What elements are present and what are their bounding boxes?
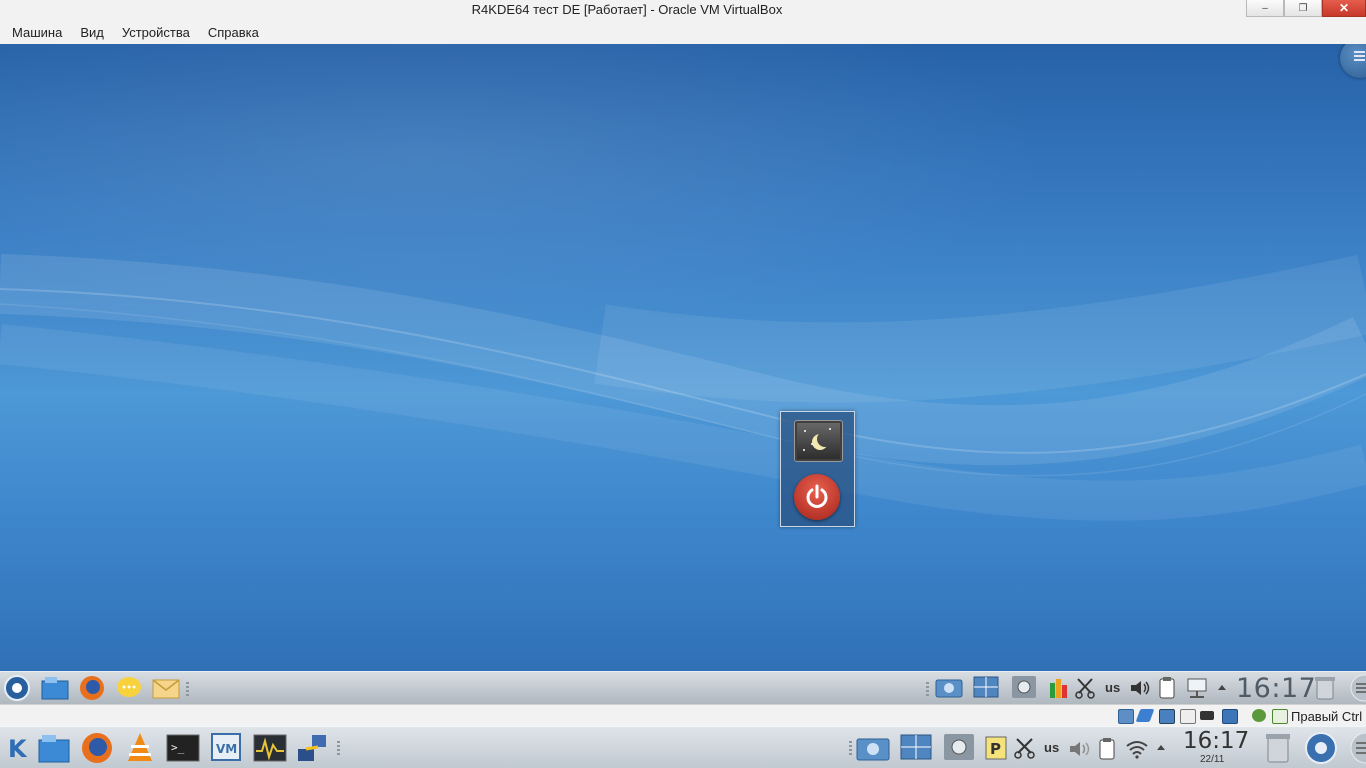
shared-folders-icon[interactable] bbox=[1222, 709, 1238, 724]
wallpaper-waves bbox=[0, 254, 1366, 521]
volume-icon[interactable] bbox=[1068, 740, 1092, 758]
window-controls: – ❐ ✕ bbox=[1246, 0, 1366, 17]
system-monitor-icon[interactable] bbox=[253, 733, 287, 763]
maximize-button[interactable]: ❐ bbox=[1284, 0, 1322, 17]
power-widget bbox=[780, 411, 855, 527]
keyboard-layout-indicator[interactable]: us bbox=[1105, 680, 1120, 695]
guest-desktop[interactable] bbox=[0, 44, 1366, 679]
desktop-grid-icon[interactable] bbox=[1304, 731, 1338, 765]
host-panel: K >_ VM P us 16:17 22/11 bbox=[0, 726, 1366, 768]
kde-menu-icon[interactable] bbox=[4, 675, 30, 701]
settings-icon[interactable] bbox=[1010, 674, 1038, 700]
panel-handle[interactable] bbox=[849, 741, 852, 755]
sleep-icon[interactable] bbox=[794, 420, 843, 462]
clipboard-icon[interactable] bbox=[1157, 676, 1177, 700]
panel-toolbox-button[interactable] bbox=[1344, 674, 1366, 702]
host-date[interactable]: 22/11 bbox=[1200, 754, 1224, 765]
volume-icon[interactable] bbox=[1129, 679, 1151, 697]
network-icon[interactable] bbox=[1186, 677, 1208, 699]
svg-text:P: P bbox=[990, 740, 1001, 758]
power-icon[interactable] bbox=[794, 474, 840, 520]
usb-icon[interactable] bbox=[1200, 711, 1214, 720]
title-bar: R4KDE64 тест DE [Работает] - Oracle VM V… bbox=[0, 0, 1366, 20]
panel-handle[interactable] bbox=[337, 741, 340, 755]
panel-handle[interactable] bbox=[186, 682, 189, 696]
svg-text:K: K bbox=[8, 735, 28, 761]
tray-expand-icon[interactable] bbox=[1156, 743, 1166, 751]
file-manager-icon[interactable] bbox=[37, 732, 71, 764]
vbox-status-bar: Правый Ctrl bbox=[0, 704, 1366, 727]
menu-help[interactable]: Справка bbox=[199, 25, 268, 40]
keyboard-capture-icon[interactable] bbox=[1272, 709, 1288, 724]
guest-panel: us 16:17 bbox=[0, 671, 1366, 705]
window-list-icon[interactable] bbox=[900, 733, 932, 761]
hard-disk-icon[interactable] bbox=[1118, 709, 1134, 724]
guest-clock[interactable]: 16:17 bbox=[1236, 673, 1316, 704]
window-title: R4KDE64 тест DE [Работает] - Oracle VM V… bbox=[471, 2, 783, 17]
menu-machine[interactable]: Машина bbox=[0, 25, 71, 40]
settings-icon[interactable] bbox=[942, 732, 976, 762]
firefox-icon[interactable] bbox=[80, 731, 114, 765]
host-key-label: Правый Ctrl bbox=[1291, 709, 1363, 724]
minimize-button[interactable]: – bbox=[1246, 0, 1284, 17]
svg-text:>_: >_ bbox=[171, 741, 185, 754]
keyboard-layout-indicator[interactable]: us bbox=[1044, 740, 1059, 755]
network-adapter-icon[interactable] bbox=[1180, 709, 1196, 724]
capture-icon[interactable] bbox=[1252, 709, 1266, 722]
menu-view[interactable]: Вид bbox=[71, 25, 113, 40]
scissors-icon[interactable] bbox=[1075, 677, 1095, 699]
mail-icon[interactable] bbox=[152, 676, 180, 700]
window-list-icon[interactable] bbox=[973, 675, 999, 699]
package-icon[interactable] bbox=[1048, 677, 1070, 699]
audio-icon[interactable] bbox=[1159, 709, 1175, 724]
file-manager-icon[interactable] bbox=[41, 675, 69, 701]
virtualbox-icon[interactable]: VM bbox=[210, 732, 244, 764]
screenshot-icon[interactable] bbox=[935, 675, 963, 699]
tray-expand-icon[interactable] bbox=[1217, 683, 1227, 691]
menu-devices[interactable]: Устройства bbox=[113, 25, 199, 40]
chat-icon[interactable] bbox=[116, 675, 142, 701]
wifi-icon[interactable] bbox=[1125, 739, 1149, 759]
optical-drive-icon[interactable] bbox=[1135, 709, 1155, 722]
package-icon[interactable]: P bbox=[985, 735, 1007, 761]
screenshot-icon[interactable] bbox=[856, 734, 890, 762]
host-clock[interactable]: 16:17 bbox=[1183, 728, 1249, 754]
panel-toolbox-button[interactable] bbox=[1344, 731, 1366, 765]
trash-icon[interactable] bbox=[1264, 732, 1292, 764]
vlc-icon[interactable] bbox=[124, 731, 156, 765]
panel-handle[interactable] bbox=[926, 682, 929, 696]
clipboard-icon[interactable] bbox=[1097, 737, 1117, 761]
scissors-icon[interactable] bbox=[1014, 737, 1036, 759]
firefox-icon[interactable] bbox=[78, 674, 106, 702]
vbox-window: R4KDE64 тест DE [Работает] - Oracle VM V… bbox=[0, 0, 1366, 768]
close-button[interactable]: ✕ bbox=[1322, 0, 1366, 17]
terminal-icon[interactable]: >_ bbox=[166, 733, 200, 763]
trash-icon[interactable] bbox=[1314, 675, 1336, 701]
menu-bar: Машина Вид Устройства Справка bbox=[0, 20, 1366, 45]
network-config-icon[interactable] bbox=[296, 731, 330, 765]
svg-text:VM: VM bbox=[216, 742, 237, 756]
kde-start-icon[interactable]: K bbox=[6, 735, 28, 761]
